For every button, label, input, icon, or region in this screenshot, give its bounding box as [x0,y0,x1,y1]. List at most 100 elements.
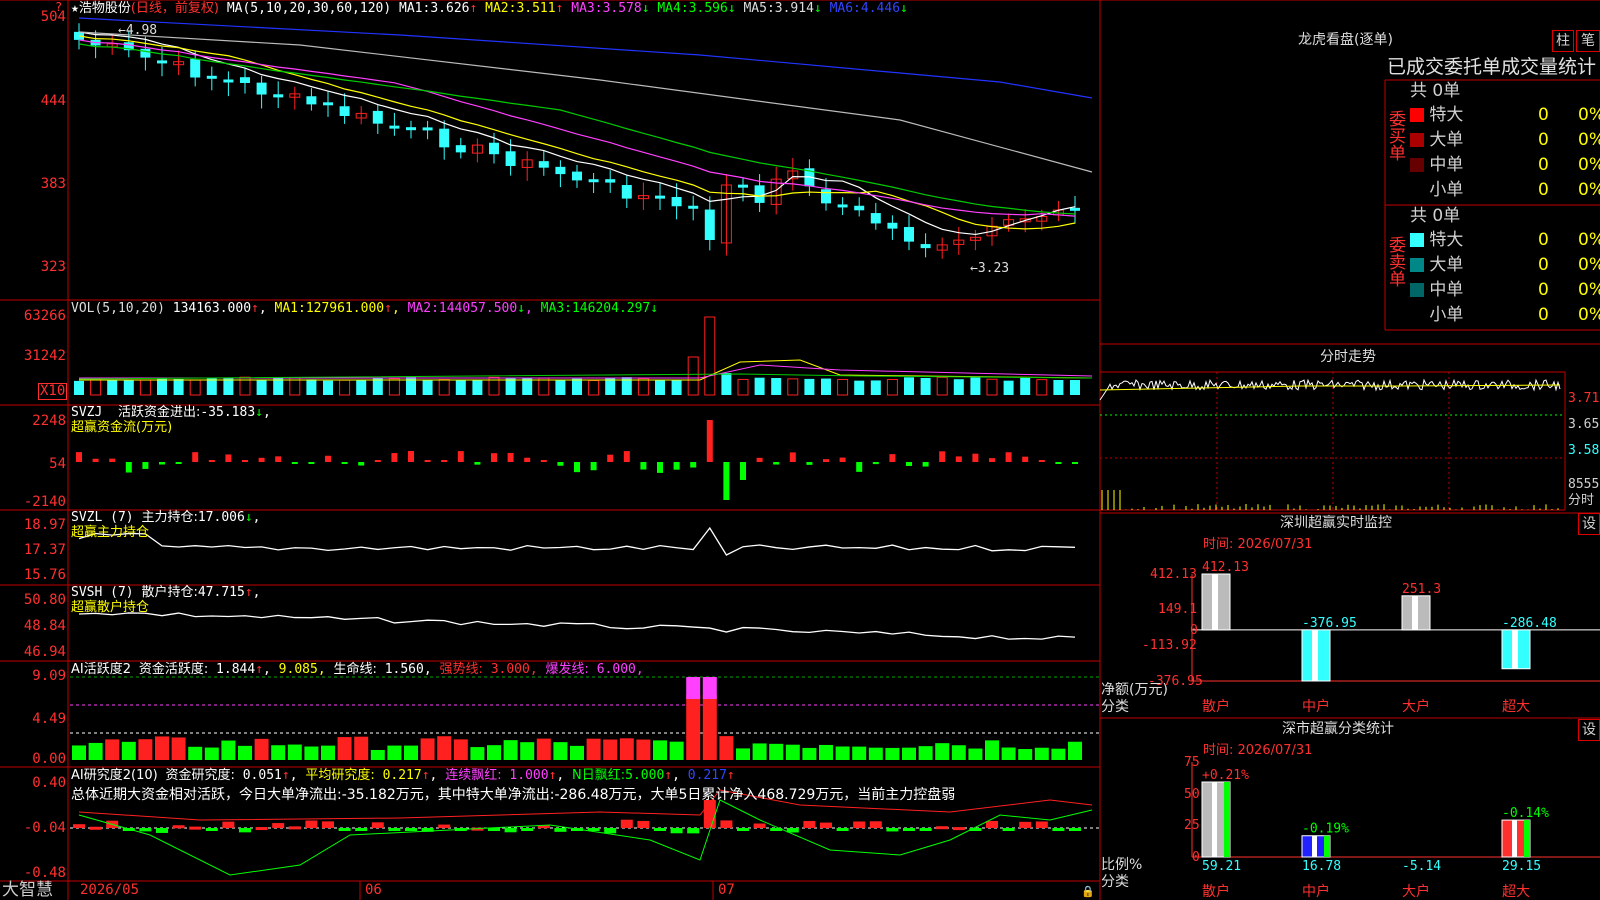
vol-param: VOL(5,10,20) [71,301,165,316]
candle-body [688,205,699,209]
activity-bar [935,743,950,760]
svzl-subtitle: 超赢主力持仓 [71,525,150,540]
volume-bar [787,378,799,396]
period-label[interactable]: (日线，前复权) [131,1,219,16]
ma5-value: 3.914 [774,1,814,16]
sz-category-change-label: -0.14% [1502,806,1549,821]
activity-bar [238,745,252,760]
activity-bar [769,743,784,760]
research-bar [73,824,85,828]
ai1-strong-label: 强势线: [439,662,483,677]
fund-flow-bar [242,460,248,462]
ai2-red-label: 连续飘红: [445,768,502,783]
volume-bar [572,378,582,395]
research-bar [869,821,882,828]
ai2-avg-value: 0.217 [382,768,422,783]
fund-flow-bar [192,452,199,462]
ai2-nred-value: 5.000 [625,768,665,783]
fund-flow-bar [557,462,564,466]
research-bar [288,826,301,830]
fund-flow-bar [142,462,149,469]
sz-monitor-settings-button[interactable]: 设 [1578,513,1600,535]
research-bar [853,821,866,828]
vol-ma1-label: MA1: [274,301,306,316]
main-chart-canvas[interactable]: 412.13 -376.95 251.3 -286.48 59.21 +0.21% 16.7… [0,0,1600,900]
vol-ma3-arrow: ↓ [650,301,659,316]
sz-category-value-label: -5.14 [1402,859,1441,874]
volume-bar [372,378,383,395]
fund-flow-bar [308,462,315,464]
activity-bar [1018,749,1033,760]
research-bar [836,828,849,831]
price-axis-383: 383 [40,176,66,192]
sell-l-swatch [1410,258,1424,272]
fund-flow-bar [740,462,746,480]
svzl-title: SVZL (7) 主力持仓:17.006↓, [71,510,260,525]
orderbook-subtitle: 已成交委托单成交量统计 [1387,56,1597,78]
favorite-star-icon[interactable]: ★ [71,1,79,16]
fund-flow-bar [574,462,580,473]
volume-bar [1053,380,1064,395]
fund-flow-bar [690,462,697,468]
research-bar [604,828,617,834]
candle-body [572,171,582,181]
lock-icon[interactable]: 🔒 [1081,884,1095,899]
candle-body [223,79,234,83]
activity-bar [437,736,452,760]
volume-bar [804,378,815,395]
svsh-suffix: , [252,585,261,600]
volume-bar [356,380,367,395]
fund-flow-bar [341,462,348,464]
ai2-label: 资金研究度: [165,768,235,783]
sell-row-xl: 特大 0 0% [1410,228,1600,252]
buy-s-count: 0 [1538,180,1549,200]
activity-bar [653,740,667,760]
research-bar [1069,828,1081,831]
candle-body [256,82,267,95]
fund-flow-bar [889,454,896,462]
ai1-title: AI活跃度2 资金活跃度: 1.844↑, 9.085, 生命线: 1.560,… [71,662,644,677]
activity-bar [304,746,319,760]
volume-bar [1020,377,1031,395]
volume-bar [771,378,782,395]
activity-bar [968,748,983,760]
fund-flow-bar [159,462,165,465]
research-bar [654,828,666,831]
volume-bar [953,379,964,395]
research-bar [753,823,766,828]
svzj-axis-top: 2248 [32,413,66,429]
vol-ma1-value: 127961.000 [305,301,385,316]
activity-bar [72,745,86,760]
fund-flow-bar [1005,452,1012,462]
sell-xl-swatch [1410,233,1424,247]
question-icon[interactable]: ? [55,0,62,15]
volume-bar [904,377,914,395]
candle-body [489,142,499,155]
research-bar [305,820,318,828]
sz-monitor-bar-label: -286.48 [1502,616,1557,631]
date-label-may: 2026/05 [80,882,140,898]
volume-bar [422,379,433,395]
activity-bar [719,736,734,760]
ai2-red-value: 1.000 [509,768,549,783]
sz-monitor-bar-label: 251.3 [1402,582,1441,597]
ai1-label: 资金活跃度: [138,662,209,677]
activity-bar [204,747,219,760]
sz-category-settings-button[interactable]: 设 [1578,719,1600,741]
tick-view-button[interactable]: 笔 [1576,30,1600,52]
research-bar [1002,828,1015,831]
sz-monitor-bar-highlight [1312,629,1318,681]
sell-m-pct: 0% [1578,280,1600,300]
research-bar [1019,821,1032,828]
activity-bar [902,747,916,760]
research-bar [355,828,368,831]
column-view-button[interactable]: 柱 [1552,30,1574,52]
fund-flow-bar [491,453,497,462]
sz-category-bar-highlight [1312,835,1317,857]
ma5-label: MA5: [743,1,775,16]
sz-monitor-cat-0: 散户 [1202,699,1230,715]
fund-flow-bar [109,458,116,462]
candle-body [455,145,466,153]
sz-monitor-axis-1: 149.1 [1158,602,1198,617]
sell-m-swatch [1410,283,1424,297]
